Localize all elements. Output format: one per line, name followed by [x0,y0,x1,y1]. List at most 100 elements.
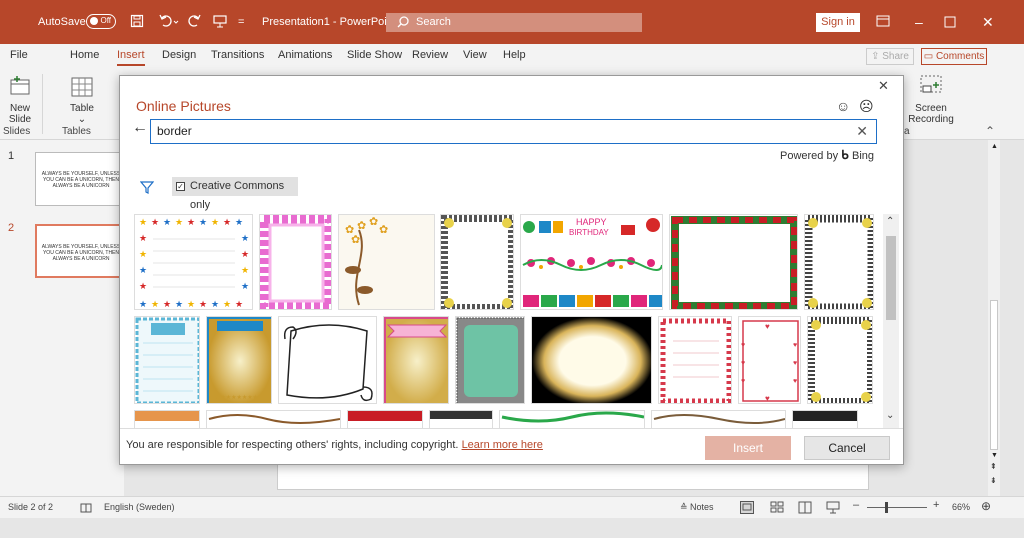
maximize-icon[interactable] [944,16,956,28]
minimize-icon[interactable]: – [915,0,923,44]
gold-gradient-thumbnail: ★★★★★★★★ [207,317,271,403]
new-slide-button[interactable]: New Slide [2,74,38,125]
undo-icon[interactable] [158,13,180,29]
tab-home[interactable]: Home [70,49,99,61]
happy-birthday-thumbnail: HAPPY BIRTHDAY [522,217,662,307]
result-gold-gradient-frame[interactable]: ★★★★★★★★ [206,316,272,404]
tab-transitions[interactable]: Transitions [211,49,264,61]
result-black-frame[interactable] [429,410,493,428]
screen-recording-label: Screen [915,103,947,114]
result-brown-flower[interactable]: ✿ ✿ ✿ ✿ ✿ [338,214,435,310]
zoom-in-icon[interactable]: + [933,499,939,511]
comments-button[interactable]: ▭ Comments [921,48,987,65]
copyright-disclaimer: You are responsible for respecting other… [126,439,543,451]
result-happy-birthday[interactable]: HAPPY BIRTHDAY [520,214,663,310]
search-box[interactable]: Search [386,13,642,32]
result-garland[interactable] [499,410,645,428]
result-red-swirl-frame[interactable] [658,316,732,404]
result-ornate-frame[interactable] [792,410,858,428]
filter-icon[interactable] [140,180,154,194]
result-teal-frame[interactable] [455,316,525,404]
slideshow-view-icon[interactable] [826,501,840,514]
tab-view[interactable]: View [463,49,487,61]
slide-thumbnail-1[interactable]: ALWAYS BE YOURSELF, UNLESS YOU CAN BE A … [35,152,123,206]
next-slide-icon[interactable]: ⇟ [990,476,997,485]
slide-thumbnail-2[interactable]: ALWAYS BE YOURSELF, UNLESS YOU CAN BE A … [35,224,123,278]
previous-slide-icon[interactable]: ⇞ [990,462,997,471]
svg-text:★: ★ [241,250,249,260]
result-burnt-parchment[interactable] [531,316,652,404]
tab-review[interactable]: Review [412,49,448,61]
reading-view-icon[interactable] [798,501,812,514]
save-icon[interactable] [130,14,144,28]
feedback-frown-icon[interactable]: ☹ [859,98,874,115]
dialog-close-icon[interactable]: ✕ [878,78,889,94]
scroll-down-icon[interactable]: ▼ [991,452,998,459]
zoom-level[interactable]: 66% [952,502,970,512]
result-gray-floral-frame-2[interactable] [804,214,874,310]
close-icon[interactable]: ✕ [982,0,994,44]
new-slide-label-2: Slide [8,114,32,125]
clear-search-icon[interactable]: ✕ [856,120,868,143]
scroll-up-icon[interactable]: ▲ [991,143,998,150]
creative-commons-checkbox[interactable]: ✓ [176,182,185,191]
normal-view-icon[interactable] [740,501,754,514]
autosave-label: AutoSave [38,16,86,28]
result-red-triangles[interactable] [347,410,423,428]
tab-help[interactable]: Help [503,49,526,61]
svg-text:★: ★ [139,282,147,292]
back-arrow-icon[interactable]: ← [132,119,148,137]
table-button[interactable]: Table ⌄ [64,74,100,125]
search-icon [397,16,409,28]
tab-insert[interactable]: Insert [117,49,145,66]
autosave-toggle[interactable]: Off [86,14,116,29]
cancel-button[interactable]: Cancel [804,436,890,460]
tab-design[interactable]: Design [162,49,196,61]
tab-file[interactable]: File [10,49,28,61]
screen-recording-button[interactable]: Screen Recording [906,74,956,125]
result-gray-floral-frame-3[interactable] [807,316,873,404]
thumbnail-text: ALWAYS BE YOURSELF, UNLESS YOU CAN BE A … [41,171,121,189]
result-poinsettia-frame[interactable] [669,214,798,310]
garland-thumbnail [501,411,644,423]
creative-commons-filter[interactable]: ✓ Creative Commons only [172,177,298,211]
slide-vertical-scrollbar[interactable]: ▲ ▼ ⇞ ⇟ [988,140,1000,496]
results-scroll-up-icon[interactable]: ⌃ [886,216,894,227]
share-button[interactable]: ⇪ Share [866,48,914,65]
result-scroll-border[interactable] [651,410,786,428]
notes-button[interactable]: ≙ Notes [680,502,714,513]
learn-more-link[interactable]: Learn more here [462,439,543,451]
zoom-slider[interactable] [867,507,927,508]
notes-area[interactable] [277,464,869,490]
feedback-smile-icon[interactable]: ☺ [836,98,850,114]
result-vine-border[interactable] [206,410,341,428]
language-indicator[interactable]: English (Sweden) [104,502,175,512]
tab-animations[interactable]: Animations [278,49,332,61]
result-scroll[interactable] [278,316,377,404]
results-scrollbar[interactable]: ⌃ ⌄ [883,214,899,428]
slide-sorter-icon[interactable] [770,501,784,514]
insert-button[interactable]: Insert [705,436,791,460]
accessibility-icon[interactable] [80,502,92,514]
tab-slide-show[interactable]: Slide Show [347,49,402,61]
result-pink-flower-border[interactable] [259,214,332,310]
result-autumn-leaves[interactable] [134,410,200,428]
collapse-ribbon-icon[interactable]: ⌃ [985,124,995,138]
zoom-out-icon[interactable]: – [853,499,859,511]
result-gray-floral-frame[interactable] [440,214,514,310]
results-scrollbar-thumb[interactable] [886,236,896,320]
result-gold-gradient-ribbon[interactable] [383,316,449,404]
results-scroll-down-icon[interactable]: ⌄ [886,410,894,421]
fit-slide-icon[interactable]: ⊕ [981,499,991,513]
scrollbar-thumb[interactable] [990,300,998,450]
ribbon-display-icon[interactable] [876,15,890,27]
zoom-slider-thumb[interactable] [885,502,888,513]
result-star-border[interactable]: ★ ★ ★ ★ ★ ★ ★ ★ ★ ★ ★ ★ ★ ★ ★ ★ ★ ★ ★ ★ ★ ★ ★ ★ ★ ★ [134,214,253,310]
sign-in-button[interactable]: Sign in [816,13,860,32]
customize-qat-icon[interactable]: = [238,0,244,44]
result-blue-frame[interactable] [134,316,200,404]
redo-icon[interactable] [186,13,202,29]
result-red-hearts-frame[interactable]: ♥ ♥ ♥ ♥ ♥ ♥ ♥ ♥ [738,316,801,404]
present-icon[interactable] [212,13,228,29]
dialog-search-input[interactable]: border ✕ [150,119,877,144]
